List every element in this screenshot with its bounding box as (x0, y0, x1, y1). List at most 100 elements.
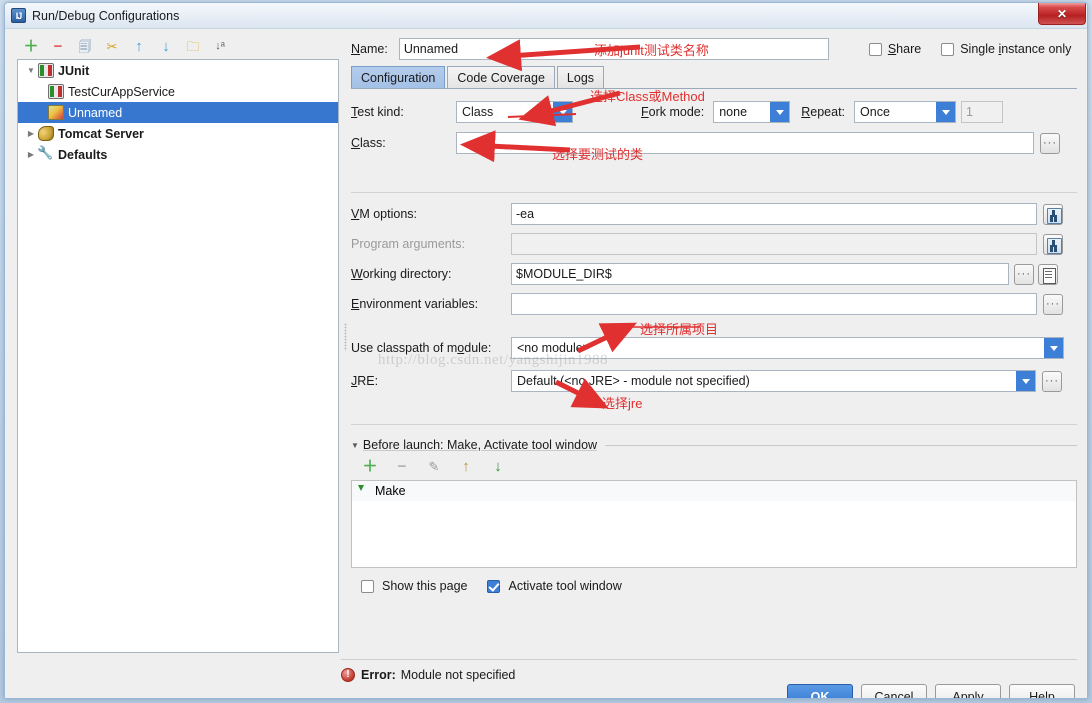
move-down-icon[interactable]: ↓ (157, 37, 175, 55)
apply-button[interactable]: Apply (935, 684, 1001, 698)
jre-row: JRE: Default (<no JRE> - module not spec… (351, 370, 1077, 392)
tree-item-tomcat-server[interactable]: ▶ Tomcat Server (18, 123, 338, 144)
tree-item-label: Defaults (58, 147, 108, 162)
environment-variables-row: Environment variables: ··· (351, 293, 1077, 315)
expand-program-arguments-button[interactable] (1043, 233, 1063, 255)
class-input[interactable] (456, 132, 1034, 154)
repeat-value: Once (860, 105, 890, 119)
name-input[interactable]: Unnamed (398, 38, 829, 60)
program-arguments-label: Program arguments: (351, 237, 465, 251)
chevron-down-icon[interactable] (770, 102, 790, 122)
activate-tool-window-checkbox[interactable] (487, 579, 501, 593)
configurations-panel: ＋ − 🗐 ✂ ↑ ↓ 🗀 ↓ᵃ ▼ JUnit TestCurAppServi… (17, 33, 339, 653)
chevron-down-icon[interactable] (936, 102, 956, 122)
single-instance-label: Single instance only (960, 42, 1072, 56)
tab-code-coverage[interactable]: Code Coverage (447, 66, 555, 88)
ok-button[interactable]: OK (787, 684, 853, 698)
divider (351, 192, 1077, 193)
environment-variables-input[interactable] (511, 293, 1037, 315)
add-task-icon[interactable]: ＋ (361, 457, 379, 475)
repeat-select[interactable]: Once (854, 101, 957, 123)
browse-jre-button[interactable]: ··· (1042, 370, 1062, 392)
chevron-down-icon[interactable]: ▼ (24, 66, 38, 75)
cancel-button[interactable]: Cancel (861, 684, 927, 698)
browse-working-directory-button[interactable]: ··· (1014, 263, 1034, 285)
chevron-down-icon[interactable] (1016, 371, 1035, 391)
edit-environment-variables-button[interactable]: ··· (1043, 293, 1063, 315)
make-icon (358, 484, 371, 498)
configuration-form: Name: Unnamed Share Single instance only… (351, 33, 1077, 653)
insert-macro-button[interactable] (1038, 263, 1058, 285)
before-launch-options: Show this page Activate tool window (351, 579, 1077, 593)
show-this-page-checkbox[interactable] (361, 579, 374, 593)
move-up-icon[interactable]: ↑ (130, 37, 148, 55)
list-item-label: Make (375, 484, 406, 498)
tomcat-icon (38, 126, 54, 141)
before-launch-list[interactable]: Make (351, 480, 1077, 568)
tree-item-junit[interactable]: ▼ JUnit (18, 60, 338, 81)
tree-item-label: Unnamed (68, 105, 123, 120)
use-classpath-row: Use classpath of module: <no module> (351, 337, 1077, 359)
dialog-body: ＋ − 🗐 ✂ ↑ ↓ 🗀 ↓ᵃ ▼ JUnit TestCurAppServi… (5, 29, 1087, 698)
name-row: Name: Unnamed Share Single instance only (351, 33, 1077, 61)
header-rule (605, 444, 1077, 446)
vm-options-input[interactable]: -ea (511, 203, 1037, 225)
app-icon: IJ (11, 8, 26, 23)
tab-logs[interactable]: Logs (556, 66, 605, 88)
repeat-count-input[interactable]: 1 (961, 101, 1004, 123)
tab-configuration[interactable]: Configuration (351, 66, 446, 88)
module-value: <no module> (517, 341, 590, 355)
working-directory-row: Working directory: $MODULE_DIR$ ··· (351, 263, 1077, 285)
pane-splitter[interactable] (342, 33, 350, 653)
test-kind-label: Test kind: (351, 105, 404, 119)
browse-class-button[interactable]: ··· (1040, 132, 1060, 154)
add-icon[interactable]: ＋ (22, 37, 40, 55)
tree-item-defaults[interactable]: ▶ Defaults (18, 144, 338, 165)
configurations-tree[interactable]: ▼ JUnit TestCurAppService Unnamed ▶ Tomc… (17, 59, 339, 653)
dialog-buttons: OK Cancel Apply Help (787, 684, 1075, 698)
tree-item-label: JUnit (58, 63, 90, 78)
run-debug-configurations-dialog: IJ Run/Debug Configurations ✕ ＋ − 🗐 ✂ ↑ … (4, 2, 1088, 699)
remove-task-icon[interactable]: − (393, 457, 411, 475)
program-arguments-input[interactable] (511, 233, 1037, 255)
chevron-down-icon[interactable]: ▼ (351, 441, 359, 450)
jre-label: JRE: (351, 374, 379, 388)
program-arguments-row: Program arguments: (351, 233, 1077, 255)
chevron-down-icon[interactable] (1044, 338, 1063, 358)
chevron-right-icon[interactable]: ▶ (24, 129, 38, 138)
help-button[interactable]: Help (1009, 684, 1075, 698)
working-directory-input[interactable]: $MODULE_DIR$ (511, 263, 1009, 285)
activate-tool-window-label: Activate tool window (508, 579, 622, 593)
tree-item-testcurappservice[interactable]: TestCurAppService (18, 81, 338, 102)
wrench-icon (37, 145, 54, 162)
fork-mode-select[interactable]: none (713, 101, 791, 123)
name-label: Name: (351, 42, 388, 56)
tree-item-unnamed[interactable]: Unnamed (18, 102, 338, 123)
divider (351, 424, 1077, 425)
copy-icon[interactable]: 🗐 (76, 37, 94, 55)
jre-select[interactable]: Default (<no JRE> - module not specified… (511, 370, 1036, 392)
test-kind-value: Class (462, 105, 494, 119)
move-task-down-icon[interactable]: ↓ (489, 457, 507, 475)
remove-icon[interactable]: − (49, 37, 67, 55)
edit-task-icon[interactable]: ✎ (425, 457, 443, 475)
folder-icon[interactable]: 🗀 (184, 37, 202, 55)
screen: IJ Run/Debug Configurations ✕ ＋ − 🗐 ✂ ↑ … (0, 0, 1092, 703)
close-icon[interactable]: ✕ (1038, 3, 1086, 25)
move-task-up-icon[interactable]: ↑ (457, 457, 475, 475)
tree-toolbar: ＋ − 🗐 ✂ ↑ ↓ 🗀 ↓ᵃ (17, 33, 339, 59)
repeat-label: Repeat: (801, 105, 846, 119)
save-configuration-icon[interactable]: ✂ (103, 37, 121, 55)
expand-vm-options-button[interactable] (1043, 203, 1063, 225)
use-classpath-label: Use classpath of module: (351, 341, 492, 355)
test-kind-select[interactable]: Class (456, 101, 573, 123)
single-instance-checkbox[interactable] (941, 42, 955, 56)
class-row: Class: ··· (351, 132, 1077, 154)
list-item[interactable]: Make (352, 481, 1076, 501)
sort-alphabetically-icon[interactable]: ↓ᵃ (211, 37, 229, 55)
chevron-right-icon[interactable]: ▶ (24, 150, 38, 159)
chevron-down-icon[interactable] (553, 102, 572, 122)
jre-value: Default (<no JRE> - module not specified… (517, 374, 750, 388)
module-select[interactable]: <no module> (511, 337, 1064, 359)
share-checkbox[interactable] (868, 42, 882, 56)
